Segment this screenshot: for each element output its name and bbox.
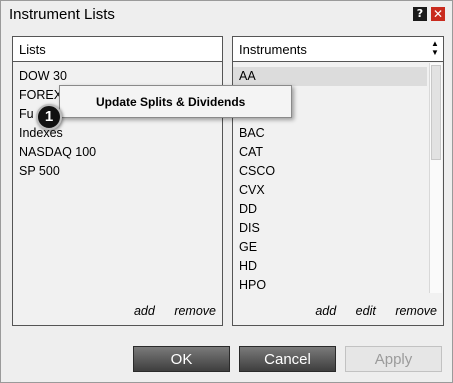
- instruments-add-link[interactable]: add: [315, 304, 336, 318]
- lists-header: Lists: [13, 37, 222, 62]
- instrument-item-hd[interactable]: HD: [233, 257, 427, 276]
- list-item-sp500[interactable]: SP 500: [13, 162, 222, 181]
- instrument-item-ge[interactable]: GE: [233, 238, 427, 257]
- window-title: Instrument Lists: [9, 6, 115, 23]
- list-item-nasdaq100[interactable]: NASDAQ 100: [13, 143, 222, 162]
- sort-down-icon: ▼: [431, 48, 439, 57]
- instruments-header-label: Instruments: [239, 42, 307, 57]
- sort-up-icon: ▲: [431, 39, 439, 48]
- context-menu: Update Splits & Dividends: [59, 85, 292, 118]
- scrollbar-thumb[interactable]: [431, 65, 441, 160]
- update-splits-dividends-menu-item[interactable]: Update Splits & Dividends: [96, 95, 245, 109]
- instruments-actions: add edit remove: [299, 304, 437, 318]
- instrument-lists-dialog: Instrument Lists ? ✕ Lists DOW 30 FOREX …: [0, 0, 453, 383]
- instrument-item-aa[interactable]: AA: [233, 67, 427, 86]
- instrument-item-dd[interactable]: DD: [233, 200, 427, 219]
- instrument-item-bac[interactable]: BAC: [233, 124, 427, 143]
- instruments-panel: Instruments ▲ ▼ AA BA BAC CAT CSCO CVX D…: [232, 36, 444, 326]
- lists-panel: Lists DOW 30 FOREX Fu Indexes NASDAQ 100…: [12, 36, 223, 326]
- instruments-header[interactable]: Instruments ▲ ▼: [233, 37, 443, 62]
- lists-add-link[interactable]: add: [134, 304, 155, 318]
- instrument-item-csco[interactable]: CSCO: [233, 162, 427, 181]
- lists-header-label: Lists: [19, 42, 46, 57]
- title-bar: Instrument Lists ? ✕: [1, 1, 452, 28]
- instruments-remove-link[interactable]: remove: [395, 304, 437, 318]
- lists-actions: add remove: [118, 304, 216, 318]
- list-item-dow30[interactable]: DOW 30: [13, 67, 222, 86]
- sort-toggle[interactable]: ▲ ▼: [429, 39, 441, 59]
- instrument-item-cat[interactable]: CAT: [233, 143, 427, 162]
- instruments-edit-link[interactable]: edit: [356, 304, 376, 318]
- step-callout-badge: 1: [36, 104, 62, 130]
- instrument-item-cvx[interactable]: CVX: [233, 181, 427, 200]
- instruments-scrollbar[interactable]: [429, 63, 442, 293]
- cancel-button[interactable]: Cancel: [239, 346, 336, 372]
- ok-button[interactable]: OK: [133, 346, 230, 372]
- instrument-item-hpq[interactable]: HPQ: [233, 276, 427, 289]
- close-button[interactable]: ✕: [431, 7, 445, 21]
- lists-remove-link[interactable]: remove: [174, 304, 216, 318]
- apply-button[interactable]: Apply: [345, 346, 442, 372]
- instrument-item-dis[interactable]: DIS: [233, 219, 427, 238]
- help-button[interactable]: ?: [413, 7, 427, 21]
